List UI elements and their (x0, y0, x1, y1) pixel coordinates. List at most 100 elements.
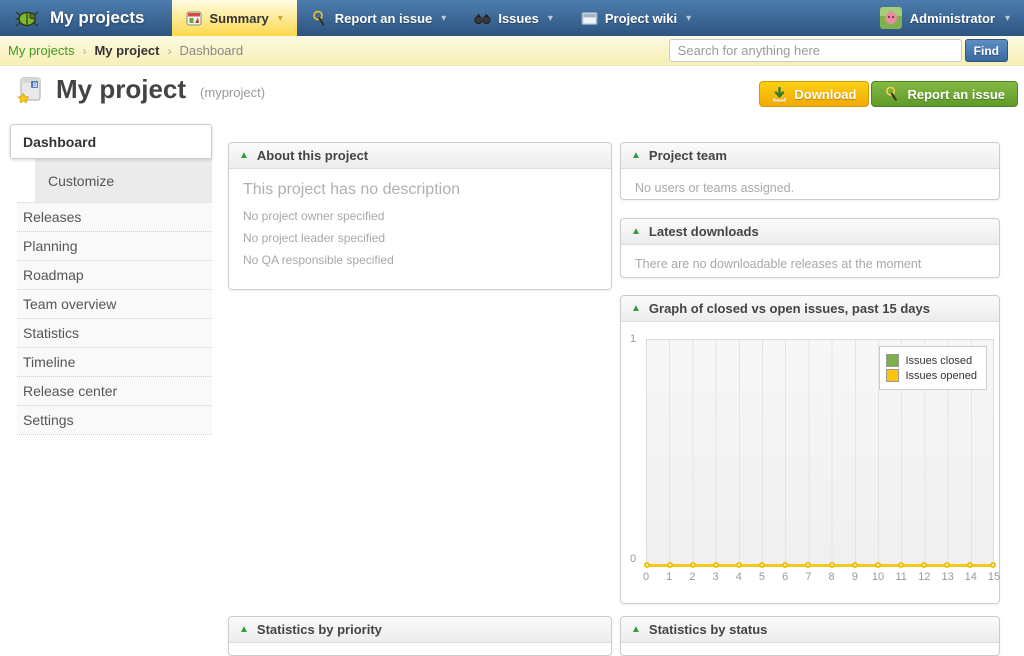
y-axis-tick-max: 1 (630, 333, 636, 345)
statistics-by-priority-panel: ▲ Statistics by priority (228, 616, 612, 656)
sidebar-item-planning[interactable]: Planning (17, 231, 212, 260)
data-point (805, 562, 811, 568)
data-point (898, 562, 904, 568)
collapse-triangle-icon[interactable]: ▲ (631, 625, 641, 635)
find-button[interactable]: Find (965, 39, 1008, 62)
x-axis-tick: 7 (805, 571, 811, 583)
y-axis-tick-min: 0 (630, 553, 636, 565)
x-axis-tick: 9 (852, 571, 858, 583)
statistics-by-status-title: Statistics by status (649, 622, 768, 637)
data-point (921, 562, 927, 568)
statistics-by-status-header[interactable]: ▲ Statistics by status (621, 617, 999, 643)
sidebar-item-release-center[interactable]: Release center (17, 376, 212, 405)
search-area: Find (669, 39, 1016, 62)
sidebar-item-dashboard[interactable]: Dashboard (10, 124, 212, 159)
data-point (759, 562, 765, 568)
chevron-down-icon: ▾ (1005, 13, 1010, 24)
user-menu[interactable]: Administrator ▾ (866, 0, 1024, 36)
project-team-panel: ▲ Project team No users or teams assigne… (620, 142, 1000, 200)
x-axis-tick: 6 (782, 571, 788, 583)
x-axis-tick: 11 (895, 571, 906, 583)
latest-downloads-panel-header[interactable]: ▲ Latest downloads (621, 219, 999, 245)
header-buttons: Download Report an issue (759, 81, 1018, 107)
issues-graph-panel-title: Graph of closed vs open issues, past 15 … (649, 301, 930, 316)
nav-issues[interactable]: Issues ▾ (460, 0, 567, 36)
x-axis-tick: 0 (643, 571, 649, 583)
project-owner-line: No project owner specified (243, 209, 597, 223)
project-description: This project has no description (243, 181, 597, 199)
issues-line-chart: Issues closed Issues opened (646, 339, 994, 566)
project-leader-line: No project leader specified (243, 231, 597, 245)
data-point (852, 562, 858, 568)
legend-issues-closed-label: Issues closed (905, 355, 972, 367)
x-axis-tick: 14 (965, 571, 977, 583)
report-an-issue-button[interactable]: Report an issue (871, 81, 1018, 107)
x-axis-tick: 4 (736, 571, 742, 583)
collapse-triangle-icon[interactable]: ▲ (631, 304, 641, 314)
nav-report-an-issue[interactable]: Report an issue ▾ (297, 0, 461, 36)
chevron-down-icon: ▾ (548, 13, 553, 24)
issues-opened-swatch-icon (886, 369, 899, 382)
sidebar-item-releases[interactable]: Releases (17, 202, 212, 231)
latest-downloads-panel: ▲ Latest downloads There are no download… (620, 218, 1000, 278)
breadcrumb-dashboard: Dashboard (179, 43, 243, 58)
about-project-panel-title: About this project (257, 148, 368, 163)
x-axis-tick: 15 (988, 571, 1000, 583)
legend-issues-closed: Issues closed (886, 354, 977, 367)
collapse-triangle-icon[interactable]: ▲ (631, 151, 641, 161)
latest-downloads-empty-text: There are no downloadable releases at th… (621, 245, 999, 283)
breadcrumb-my-project[interactable]: My project (94, 43, 159, 58)
x-axis-tick: 2 (689, 571, 695, 583)
issues-graph-panel-header[interactable]: ▲ Graph of closed vs open issues, past 1… (621, 296, 999, 322)
statistics-by-priority-header[interactable]: ▲ Statistics by priority (229, 617, 611, 643)
nav-issues-label: Issues (498, 11, 538, 26)
search-input[interactable] (669, 39, 962, 62)
project-key: (myproject) (200, 85, 265, 100)
tab-summary-label: Summary (209, 11, 268, 26)
sidebar-item-statistics[interactable]: Statistics (17, 318, 212, 347)
nav-project-wiki[interactable]: Project wiki ▾ (567, 0, 705, 36)
project-package-icon: B (14, 73, 46, 105)
data-point (782, 562, 788, 568)
wiki-window-icon (581, 11, 598, 26)
collapse-triangle-icon[interactable]: ▲ (631, 227, 641, 237)
page-header: B My project (myproject) Download (0, 67, 1024, 119)
brand-label: My projects (50, 8, 144, 28)
sidebar-item-settings[interactable]: Settings (17, 405, 212, 434)
collapse-triangle-icon[interactable]: ▲ (239, 625, 249, 635)
breadcrumb-bar: My projects › My project › Dashboard Fin… (0, 36, 1024, 66)
collapse-triangle-icon[interactable]: ▲ (239, 151, 249, 161)
data-point (990, 562, 996, 568)
x-axis-labels: 0 1 2 3 4 5 6 7 8 9 10 11 12 13 14 15 (646, 571, 994, 585)
project-team-panel-title: Project team (649, 148, 727, 163)
top-navigation: My projects Summary ▾ Report an issue ▾ (0, 0, 1024, 36)
legend-issues-opened: Issues opened (886, 369, 977, 382)
x-axis-tick: 12 (918, 571, 930, 583)
binoculars-icon (474, 11, 491, 26)
page-title-group: B My project (myproject) (14, 73, 265, 105)
nav-project-wiki-label: Project wiki (605, 11, 677, 26)
x-axis-tick: 3 (713, 571, 719, 583)
about-project-panel-body: This project has no description No proje… (229, 169, 611, 287)
statistics-by-priority-title: Statistics by priority (257, 622, 382, 637)
about-project-panel-header[interactable]: ▲ About this project (229, 143, 611, 169)
download-button[interactable]: Download (759, 81, 869, 107)
user-avatar (880, 7, 902, 29)
project-qa-line: No QA responsible specified (243, 253, 597, 267)
brand-home-link[interactable]: My projects (0, 0, 172, 36)
tab-summary[interactable]: Summary ▾ (172, 0, 296, 36)
project-team-panel-header[interactable]: ▲ Project team (621, 143, 999, 169)
svg-text:B: B (33, 83, 38, 89)
wand-icon (311, 10, 328, 27)
breadcrumb-my-projects[interactable]: My projects (8, 43, 74, 58)
x-axis-tick: 13 (941, 571, 953, 583)
page-title: My project (56, 74, 186, 105)
data-point (644, 562, 650, 568)
sidebar-menu: Releases Planning Roadmap Team overview … (17, 202, 212, 435)
sidebar-item-roadmap[interactable]: Roadmap (17, 260, 212, 289)
latest-downloads-panel-title: Latest downloads (649, 224, 759, 239)
sidebar-item-customize[interactable]: Customize (35, 159, 212, 202)
sidebar-item-timeline[interactable]: Timeline (17, 347, 212, 376)
chevron-down-icon: ▾ (441, 13, 446, 24)
sidebar-item-team-overview[interactable]: Team overview (17, 289, 212, 318)
